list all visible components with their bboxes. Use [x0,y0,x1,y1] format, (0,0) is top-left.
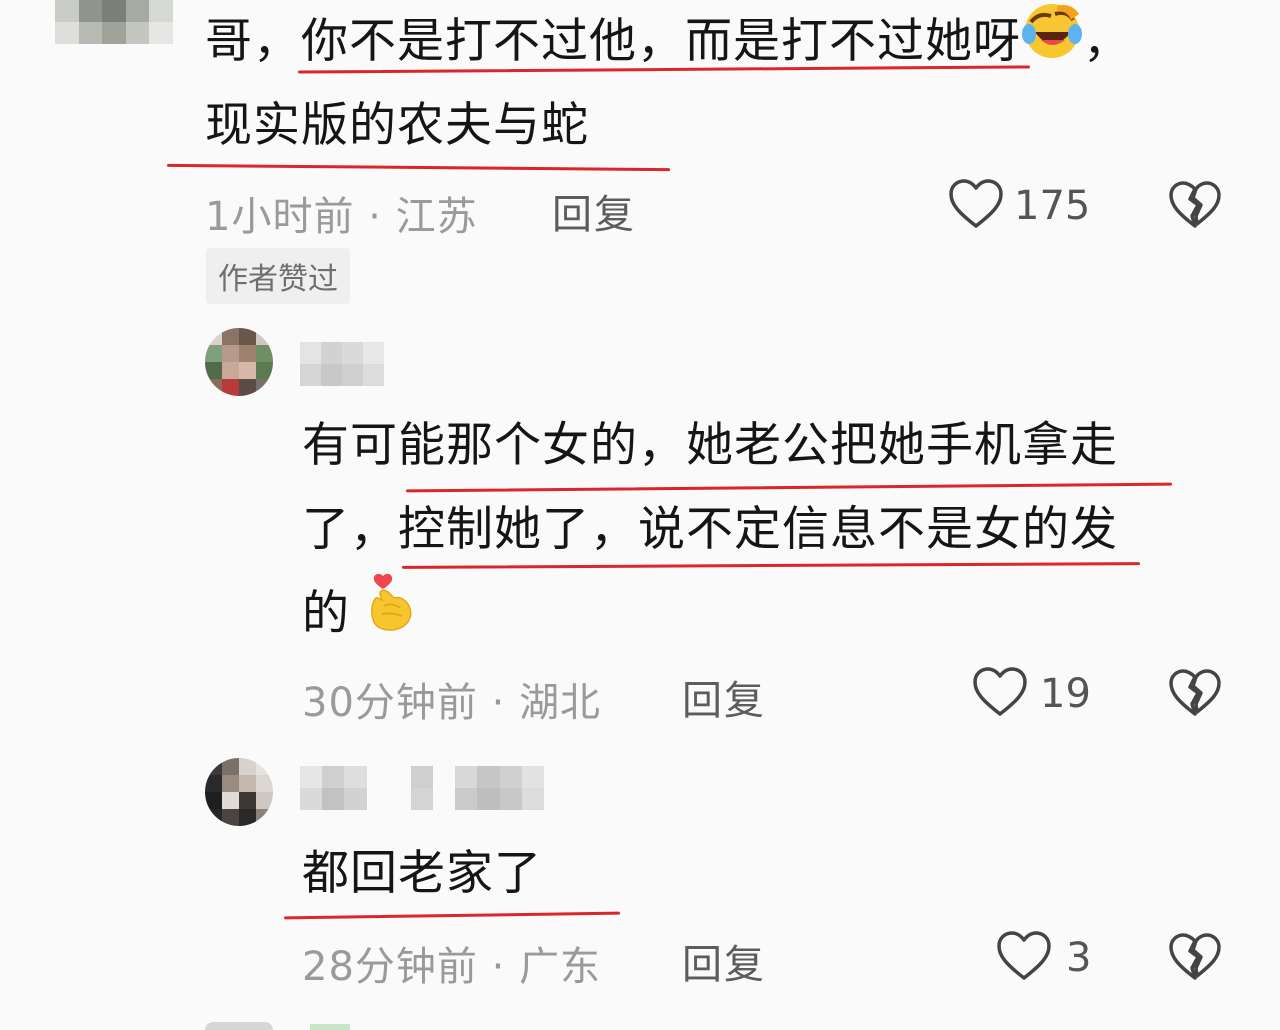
next-comment-avatar[interactable] [205,1022,273,1030]
avatar[interactable] [205,328,273,396]
like-button[interactable]: 3 [996,930,1091,986]
comment-meta: 30分钟前 · 湖北 [302,670,601,728]
dislike-button[interactable] [1168,668,1222,722]
comment-meta: 1小时前 · 江苏 [205,184,478,242]
heart-icon [996,930,1052,986]
finger-heart-icon [366,572,416,661]
comment-text: 有可能那个女的，她老公把她手机拿走 [302,418,1118,473]
reply-button[interactable]: 回复 [552,182,636,240]
comment-text-segment: ， [1083,14,1131,69]
broken-heart-icon [1168,181,1222,234]
comment-text-segment: 哥， [205,14,301,69]
comment-location: 江苏 [395,194,478,240]
next-comment-username[interactable] [310,1024,350,1030]
comment-text: 的 [302,572,416,661]
author-liked-badge: 作者赞过 [206,248,350,304]
broken-heart-icon [1168,669,1222,722]
comment-text-segment: 的 [302,586,350,641]
comment-text: 现实版的农夫与蛇 [205,98,589,153]
comment-text: 了，控制她了，说不定信息不是女的发 [302,502,1118,557]
meta-separator: · [491,944,506,990]
meta-separator: · [368,194,382,240]
like-count: 3 [1066,935,1092,981]
avatar[interactable] [205,758,273,826]
face-with-tears-of-joy-icon [1021,0,1083,89]
like-button[interactable]: 19 [972,666,1091,722]
broken-heart-icon [1168,933,1222,986]
meta-separator: · [491,680,506,726]
dislike-button[interactable] [1168,932,1222,986]
heart-icon [948,178,1004,234]
comment-time: 30分钟前 [302,680,478,726]
username[interactable] [300,766,544,810]
comment-text: 哥，你不是打不过他，而是打不过她呀 ， [205,0,1131,89]
comment-text: 都回老家了 [302,846,542,901]
dislike-button[interactable] [1168,180,1222,234]
reply-button[interactable]: 回复 [682,932,766,990]
username[interactable] [300,342,384,386]
like-count: 19 [1040,671,1091,717]
comment-time: 1小时前 [205,194,355,240]
reply-button[interactable]: 回复 [682,668,766,726]
comment-location: 广东 [519,944,602,990]
like-count: 175 [1014,183,1091,229]
like-button[interactable]: 175 [948,178,1090,234]
comment-location: 湖北 [519,680,602,726]
comment-text-segment: 你不是打不过他，而是打不过她呀 [301,14,1021,69]
comment-time: 28分钟前 [302,944,478,990]
avatar[interactable] [55,0,173,44]
heart-icon [972,666,1028,722]
comment-meta: 28分钟前 · 广东 [302,934,601,992]
